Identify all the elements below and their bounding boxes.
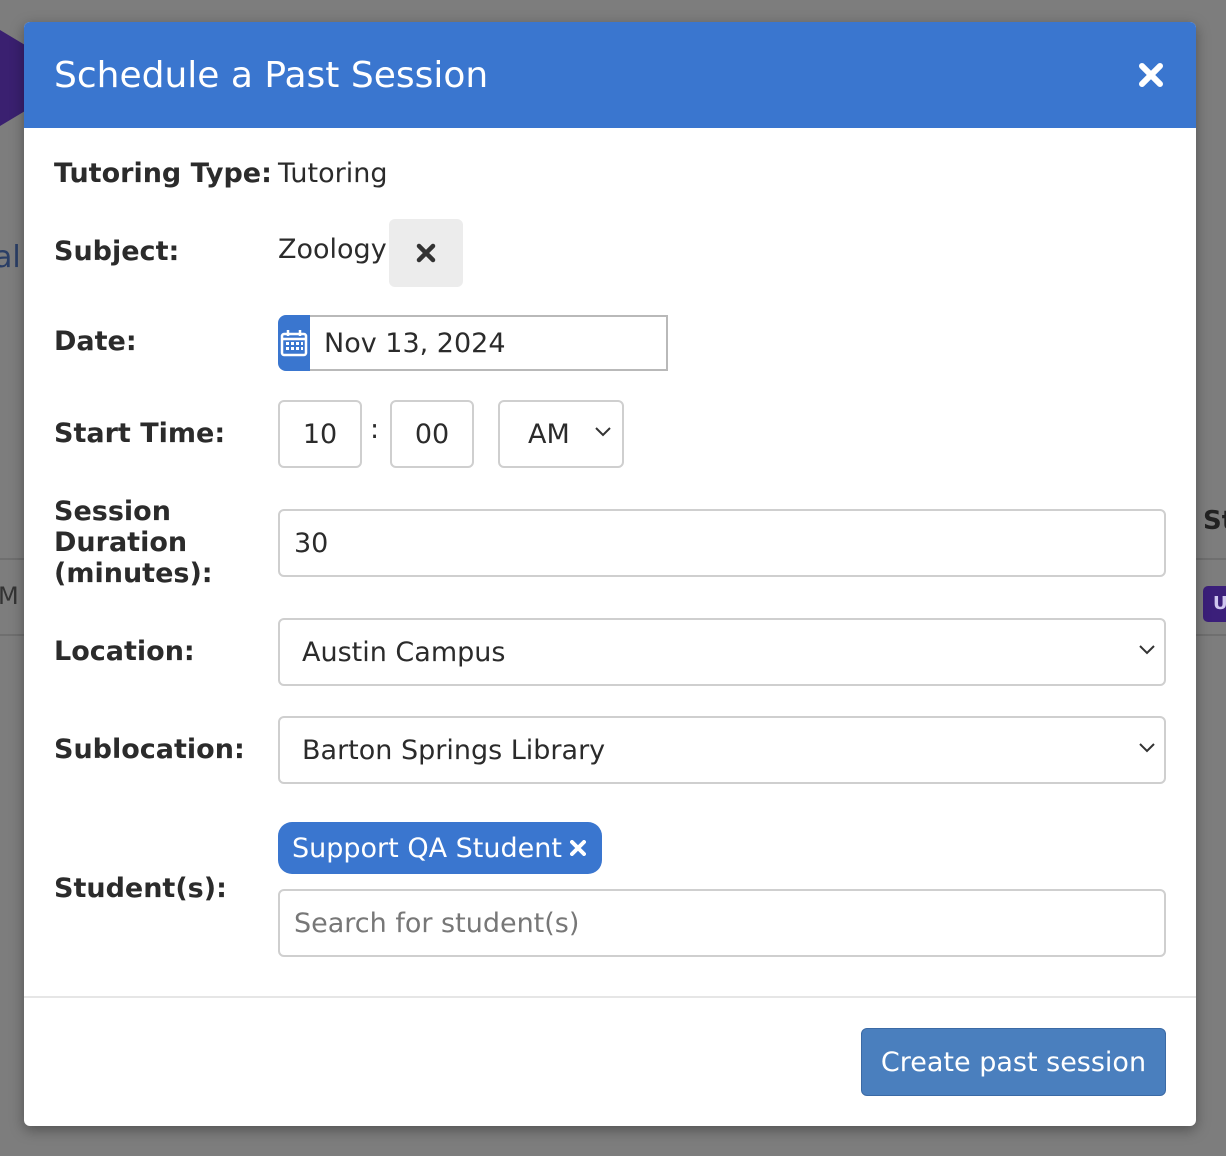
tutoring-type-value: Tutoring [278,158,388,189]
clear-subject-button[interactable] [389,219,463,287]
background-divider [1196,634,1226,636]
location-value: Austin Campus [302,636,506,668]
date-input[interactable] [310,315,668,371]
student-tag-label: Support QA Student [292,832,562,864]
background-column-header: St [1203,506,1226,536]
duration-label-line: Session [54,496,171,527]
close-icon [416,243,436,263]
calendar-icon [280,330,308,357]
close-icon[interactable] [1136,60,1166,90]
chevron-down-icon [595,427,611,437]
create-past-session-button[interactable]: Create past session [861,1028,1166,1096]
date-label: Date: [54,326,137,357]
sublocation-value: Barton Springs Library [302,734,606,766]
background-text-fragment: al [0,240,21,275]
tutoring-type-label: Tutoring Type: [54,158,272,189]
calendar-button[interactable] [278,315,310,371]
duration-input[interactable] [278,509,1166,577]
schedule-session-modal: Schedule a Past Session Tutoring Type: T… [24,22,1196,1126]
chevron-down-icon [1139,743,1155,753]
background-text-fragment: M [0,582,19,610]
modal-title: Schedule a Past Session [54,54,489,96]
am-pm-value: AM [528,418,570,450]
student-search-input[interactable] [278,889,1166,957]
modal-footer-divider [24,996,1196,998]
date-picker [278,315,668,371]
subject-value: Zoology [278,234,387,265]
remove-student-button[interactable] [568,838,588,858]
sublocation-label: Sublocation: [54,734,245,765]
background-divider [1196,558,1226,560]
duration-label-line: (minutes): [54,558,213,589]
student-tag: Support QA Student [278,822,602,874]
subject-label: Subject: [54,236,180,267]
am-pm-select[interactable]: AM [498,400,624,468]
duration-label: Session Duration (minutes): [54,496,213,589]
modal-header: Schedule a Past Session [24,22,1196,128]
start-time-label: Start Time: [54,418,226,449]
chevron-down-icon [1139,645,1155,655]
background-divider [0,634,24,636]
background-badge: U [1203,586,1226,622]
time-separator: : [370,414,380,445]
duration-label-line: Duration [54,527,188,558]
minute-input[interactable] [390,400,474,468]
background-divider [0,558,24,560]
close-icon [569,840,586,856]
sublocation-select[interactable]: Barton Springs Library [278,716,1166,784]
location-label: Location: [54,636,195,667]
location-select[interactable]: Austin Campus [278,618,1166,686]
hour-input[interactable] [278,400,362,468]
students-label: Student(s): [54,873,227,904]
